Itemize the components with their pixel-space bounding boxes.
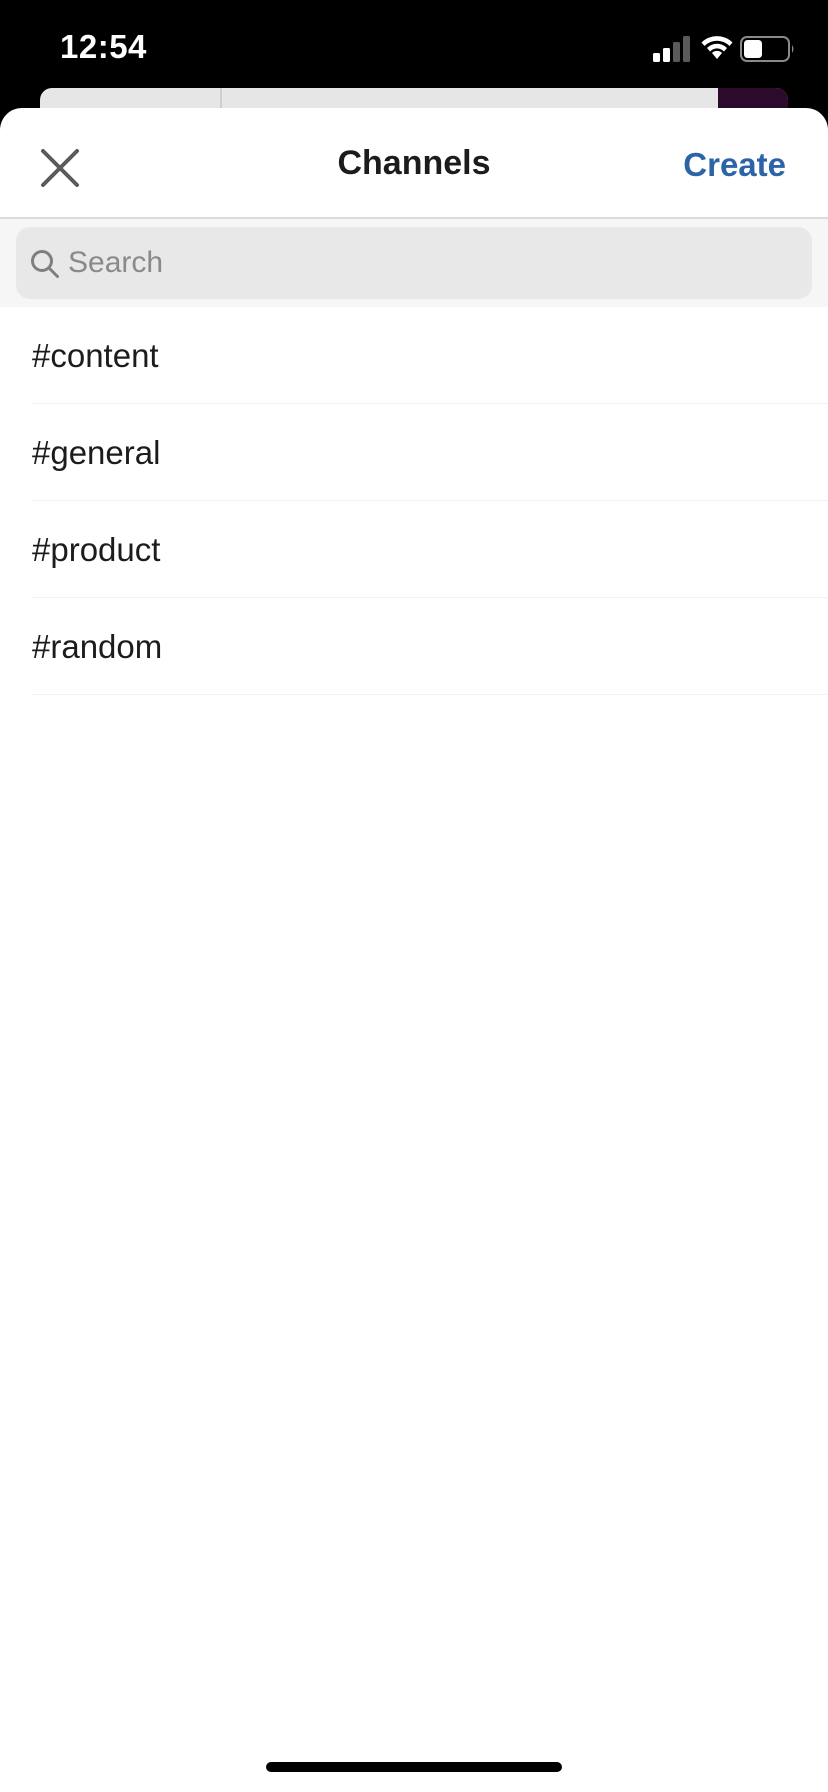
search-area: [0, 219, 828, 307]
channel-item-product[interactable]: #product: [0, 501, 828, 598]
sheet-header: Channels Create: [0, 108, 828, 219]
screen: 12:54 Channels Create Search #content #g…: [0, 0, 828, 1792]
wifi-icon: [701, 36, 733, 59]
channel-item-general[interactable]: #general: [0, 404, 828, 501]
battery-icon: [740, 36, 794, 62]
channel-label: #product: [32, 530, 161, 568]
channel-label: #content: [32, 336, 159, 374]
channel-label: #random: [32, 627, 163, 665]
home-indicator: [266, 1762, 562, 1772]
search-input[interactable]: [68, 227, 798, 299]
status-bar: 12:54: [0, 0, 828, 100]
status-time: 12:54: [60, 28, 147, 65]
search-icon: [31, 250, 59, 278]
channel-list: #content #general #product #random: [0, 307, 828, 695]
channels-sheet: Channels Create #content #general #produ…: [0, 108, 828, 1792]
channel-item-content[interactable]: #content: [0, 307, 828, 404]
search-box[interactable]: [16, 227, 812, 299]
channel-label: #general: [32, 433, 161, 471]
channel-item-random[interactable]: #random: [0, 598, 828, 695]
cellular-signal-icon: [653, 36, 690, 62]
create-button[interactable]: Create: [683, 146, 786, 184]
